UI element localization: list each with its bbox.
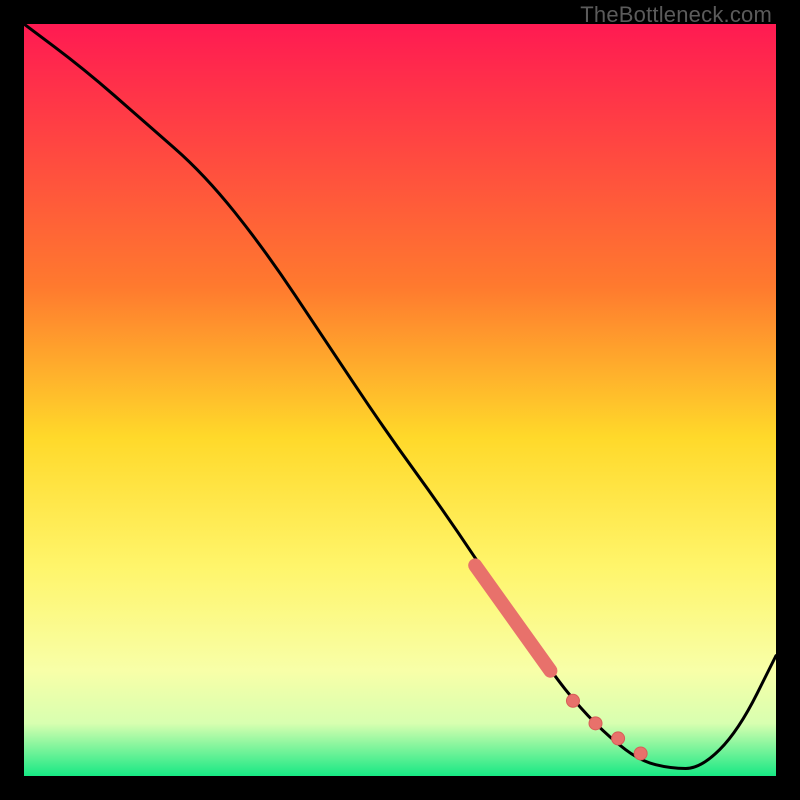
highlight-dot — [634, 747, 647, 760]
chart-frame — [24, 24, 776, 776]
highlight-dot — [612, 732, 625, 745]
highlight-dot — [589, 717, 602, 730]
gradient-background — [24, 24, 776, 776]
highlight-dot — [566, 694, 579, 707]
bottleneck-plot — [24, 24, 776, 776]
